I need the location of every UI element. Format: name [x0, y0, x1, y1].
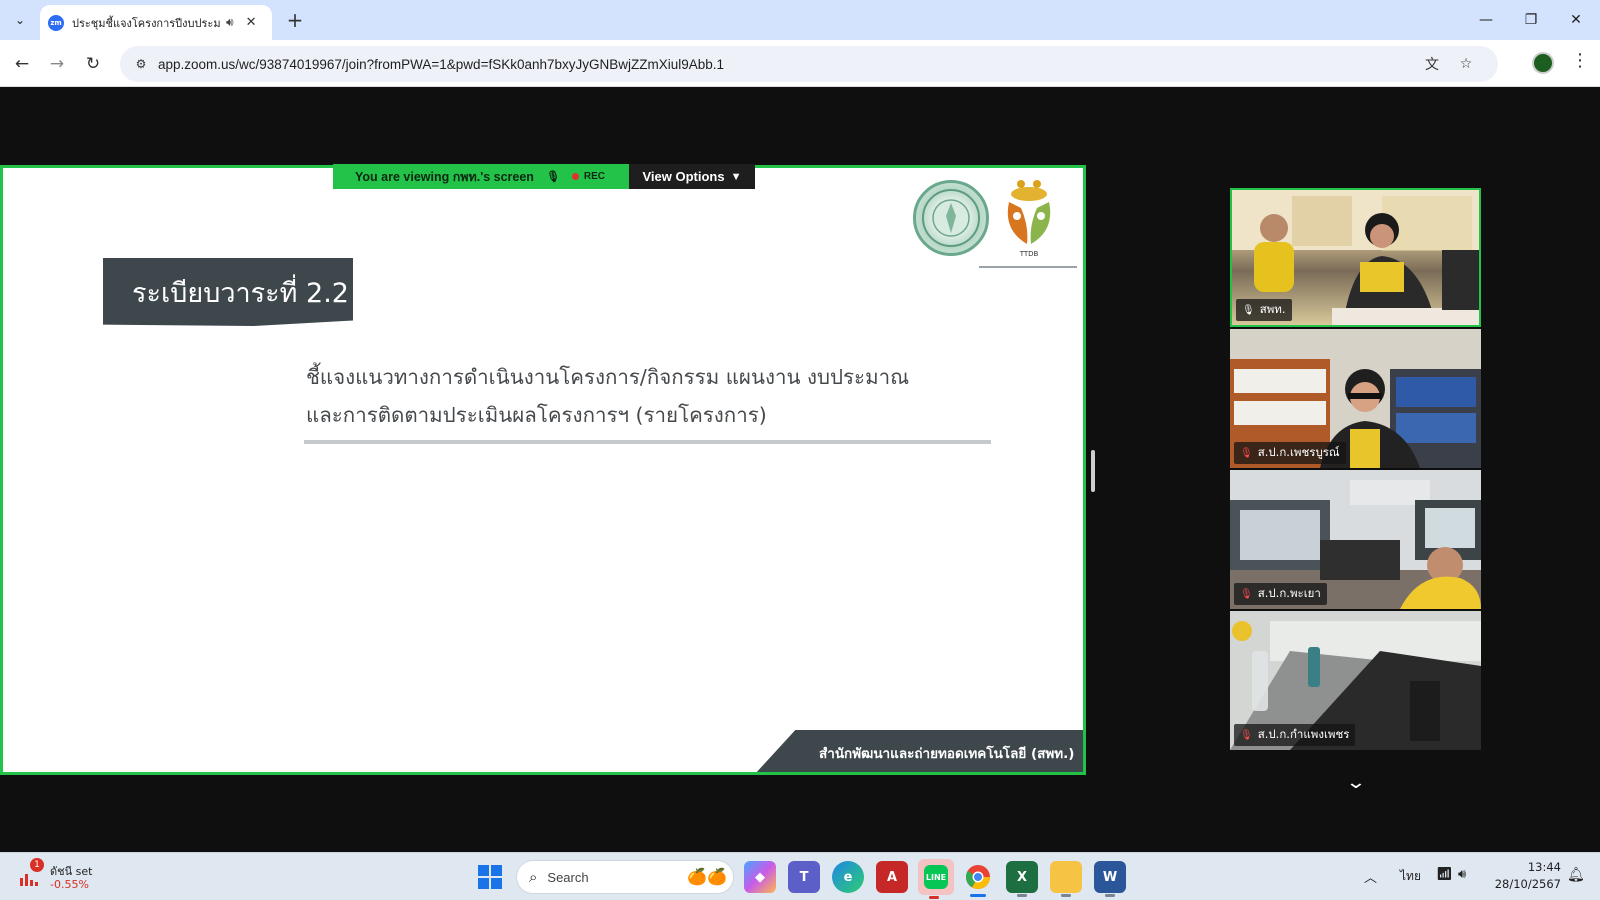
slide-footer-text: สำนักพัฒนาและถ่ายทอดเทคโนโลยี (สพท.)	[819, 746, 1075, 762]
chevron-down-icon: ▼	[730, 170, 742, 183]
mic-muted-icon: 🎙︎	[545, 171, 560, 183]
participant-tile[interactable]: 🎙︎ ส.ป.ก.พะเยา	[1230, 470, 1481, 609]
participant-tile[interactable]: 🎙︎ สพท.	[1230, 188, 1481, 327]
taskbar: 1 ดัชนี set -0.55% ⌕ Search 🍊🍊 ◆ T e A L…	[0, 852, 1600, 900]
notification-badge: 1	[30, 858, 44, 872]
mic-on-icon: 🎙︎	[1242, 304, 1255, 316]
stock-widget[interactable]: 1 ดัชนี set -0.55%	[16, 858, 136, 894]
tab-title: ประชุมชี้แจงโครงการปีงบประมาณ	[72, 16, 220, 30]
back-icon[interactable]: ←	[8, 50, 36, 78]
close-window-icon[interactable]: ✕	[1556, 6, 1596, 34]
ttdb-logo: TTDB	[999, 178, 1059, 260]
site-info-icon[interactable]: ⚙	[130, 53, 152, 75]
search-icon: ⌕	[529, 868, 538, 886]
translate-icon[interactable]: 文	[1420, 52, 1444, 76]
participant-name: ส.ป.ก.เพชรบูรณ์	[1257, 445, 1340, 459]
acrobat-icon[interactable]: A	[876, 861, 908, 893]
view-options-label: View Options	[642, 169, 725, 184]
browser-tab-bar: ⌄ zm ประชุมชี้แจงโครงการปีงบประมาณ 🔊︎ ✕ …	[0, 0, 1600, 40]
speaker-icon[interactable]: 🔊︎	[226, 15, 234, 30]
language-indicator[interactable]: ไทย	[1400, 867, 1421, 886]
slide-body-line2: และการติดตามประเมินผลโครงการฯ (รายโครงกา…	[306, 403, 767, 427]
volume-icon[interactable]: 🔊︎	[1458, 867, 1466, 882]
logo-text: TTDB	[1019, 250, 1039, 258]
slide-divider	[304, 440, 991, 444]
view-options-button[interactable]: View Options ▼	[629, 164, 755, 189]
participant-name: ส.ป.ก.กำแพงเพชร	[1257, 727, 1350, 741]
minimize-icon[interactable]: —	[1466, 6, 1506, 34]
tab-search-icon[interactable]: ⌄	[8, 8, 32, 32]
logo-divider	[979, 266, 1077, 268]
copilot-icon[interactable]: ◆	[744, 861, 776, 893]
notification-bell-icon[interactable]: 🔔︎	[1567, 867, 1585, 883]
restore-icon[interactable]: ❐	[1511, 6, 1551, 34]
teams-icon[interactable]: T	[788, 861, 820, 893]
mic-muted-icon: 🎙︎	[1240, 729, 1253, 741]
clock-time: 13:44	[1527, 860, 1561, 874]
reload-icon[interactable]: ↻	[79, 50, 107, 78]
participant-tile[interactable]: 🎙︎ ส.ป.ก.กำแพงเพชร	[1230, 611, 1481, 750]
search-label: Search	[547, 869, 589, 885]
menu-icon[interactable]: ⋮	[1570, 50, 1590, 71]
url-text[interactable]: app.zoom.us/wc/93874019967/join?fromPWA=…	[158, 57, 724, 72]
line-icon[interactable]: LINE	[918, 859, 954, 899]
search-highlight-icon: 🍊🍊	[687, 867, 727, 886]
viewing-banner-text: You are viewing กพท.'s screen	[355, 169, 534, 184]
rec-dot-icon	[571, 173, 579, 180]
slide-body-line1: ชี้แจงแนวทางการดำเนินงานโครงการ/กิจกรรม …	[306, 365, 910, 389]
participant-gallery: 🎙︎ สพท. 🎙︎ ส.ป.ก.เพชรบูรณ์ 🎙︎ ส.ป.ก.พะเย…	[1230, 188, 1481, 752]
taskbar-search[interactable]: ⌕ Search 🍊🍊	[516, 860, 734, 894]
edge-icon[interactable]: e	[832, 861, 864, 893]
slide-body: ชี้แจงแนวทางการดำเนินงานโครงการ/กิจกรรม …	[306, 358, 909, 434]
windows-start-icon[interactable]	[478, 865, 502, 889]
participant-name: ส.ป.ก.พะเยา	[1257, 586, 1321, 600]
forward-icon[interactable]: →	[43, 50, 71, 78]
zoom-favicon-icon: zm	[48, 14, 64, 31]
profile-icon[interactable]	[1532, 52, 1554, 74]
excel-icon[interactable]: X	[1006, 861, 1038, 897]
viewing-banner: You are viewing กพท.'s screen 🎙︎ REC Vie…	[333, 164, 755, 189]
clock[interactable]: 13:44 28/10/2567	[1493, 859, 1561, 893]
slide-title: ระเบียบวาระที่ 2.2	[103, 258, 353, 326]
shared-screen: TTDB ระเบียบวาระที่ 2.2 ชี้แจงแนวทางการด…	[0, 165, 1086, 775]
browser-toolbar: ← → ↻ ⚙ app.zoom.us/wc/93874019967/join?…	[0, 40, 1600, 87]
address-bar[interactable]: ⚙ app.zoom.us/wc/93874019967/join?fromPW…	[120, 46, 1498, 82]
chrome-icon[interactable]	[962, 861, 994, 897]
rec-label: REC	[583, 171, 606, 182]
clock-date: 28/10/2567	[1494, 877, 1561, 891]
file-explorer-icon[interactable]	[1050, 861, 1082, 897]
chevron-down-icon[interactable]: ⌄	[1339, 772, 1373, 793]
browser-tab-zoom[interactable]: zm ประชุมชี้แจงโครงการปีงบประมาณ 🔊︎ ✕	[40, 5, 272, 40]
widget-value: -0.55%	[50, 878, 89, 891]
government-seal-logo	[913, 180, 989, 256]
mic-muted-icon: 🎙︎	[1240, 447, 1253, 459]
star-icon[interactable]: ☆	[1454, 52, 1478, 76]
participant-name: สพท.	[1259, 302, 1286, 316]
slide-title-text: ระเบียบวาระที่ 2.2	[132, 277, 349, 309]
word-icon[interactable]: W	[1094, 861, 1126, 897]
wifi-icon[interactable]: 📶︎	[1436, 867, 1453, 882]
mic-muted-icon: 🎙︎	[1240, 588, 1253, 600]
tray-overflow-icon[interactable]: ︿	[1364, 867, 1377, 886]
participant-tile[interactable]: 🎙︎ ส.ป.ก.เพชรบูรณ์	[1230, 329, 1481, 468]
plus-icon[interactable]: +	[283, 8, 307, 32]
close-icon[interactable]: ✕	[246, 15, 257, 30]
split-resize-handle[interactable]	[1091, 450, 1095, 492]
